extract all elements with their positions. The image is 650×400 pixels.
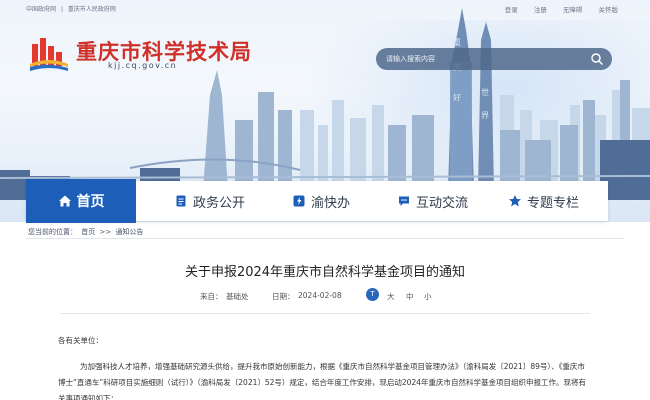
link-gov-cn[interactable]: 中国政府网 (26, 6, 56, 13)
nav-item-gov-affairs[interactable]: 政务公开 (174, 181, 245, 221)
top-bar: 中国政府网 | 重庆市人民政府网 登录 注册 无障碍 关怀版 (0, 0, 650, 18)
chat-icon (399, 196, 409, 206)
breadcrumb-home-link[interactable]: 首页 (81, 228, 95, 236)
svg-text:界: 界 (481, 111, 489, 120)
register-link[interactable]: 注册 (534, 6, 547, 14)
search-input[interactable] (376, 48, 576, 70)
nav-yukuaiban-label: 渝快办 (311, 195, 351, 211)
nav-home-label: 首页 (76, 194, 105, 210)
breadcrumb-divider (26, 238, 624, 239)
top-links-right: 登录 注册 无障碍 关怀版 (491, 4, 618, 14)
font-small-button[interactable]: 小 (424, 291, 432, 302)
nav-item-interaction[interactable]: 互动交流 (397, 181, 468, 221)
separator: | (60, 6, 63, 13)
date-label: 日期： (272, 292, 295, 301)
breadcrumb-prefix: 您当前的位置： (28, 228, 77, 236)
home-icon (58, 195, 71, 207)
date-value: 2024-02-08 (298, 291, 342, 300)
accessibility-link[interactable]: 无障碍 (563, 6, 583, 14)
search-icon[interactable] (590, 52, 604, 66)
article-divider (60, 313, 590, 314)
main-nav: 首页 政务公开 渝快办 互动交流 专题专栏 (26, 179, 608, 223)
svg-text:好: 好 (453, 92, 461, 102)
article-title: 关于申报2024年重庆市自然科学基金项目的通知 (184, 265, 466, 280)
source-value: 基础处 (226, 292, 249, 301)
font-size-icon: T (366, 288, 379, 301)
search-box (376, 48, 612, 70)
page: 重 庆 好 世 界 中国政府网 | 重庆市人民政府网 (0, 0, 650, 400)
font-large-button[interactable]: 大 (387, 291, 395, 302)
svg-text:世: 世 (481, 87, 489, 97)
nav-item-special-topics[interactable]: 专题专栏 (508, 181, 579, 221)
document-icon (176, 195, 186, 207)
nav-special-topics-label: 专题专栏 (527, 195, 580, 211)
breadcrumb-notices-link[interactable]: 通知公告 (115, 228, 143, 236)
breadcrumb: 您当前的位置： 首页 >> 通知公告 (28, 227, 145, 237)
star-icon (509, 195, 521, 207)
nav-item-home[interactable]: 首页 (26, 179, 136, 223)
top-links-left: 中国政府网 | 重庆市人民政府网 (26, 4, 119, 13)
site-logo-icon[interactable] (28, 34, 70, 72)
article-salutation: 各有关单位： (58, 336, 103, 345)
svg-text:重: 重 (453, 37, 461, 47)
article-paragraph: 为加强科技人才培养，增强基础研究源头供给，提升我市原始创新能力，根据《重庆市自然… (58, 362, 586, 400)
nav-interaction-label: 互动交流 (416, 195, 469, 211)
care-mode-link[interactable]: 关怀版 (599, 6, 619, 14)
breadcrumb-separator: >> (99, 228, 112, 236)
nav-item-yukuaiban[interactable]: 渝快办 (292, 181, 350, 221)
font-medium-button[interactable]: 中 (406, 291, 414, 302)
site-domain: kjj.cq.gov.cn (108, 61, 178, 70)
login-link[interactable]: 登录 (505, 6, 518, 14)
link-cq-gov[interactable]: 重庆市人民政府网 (68, 6, 116, 13)
source-label: 来自： (200, 292, 223, 301)
lightning-icon (293, 195, 305, 207)
nav-gov-affairs-label: 政务公开 (193, 195, 246, 211)
